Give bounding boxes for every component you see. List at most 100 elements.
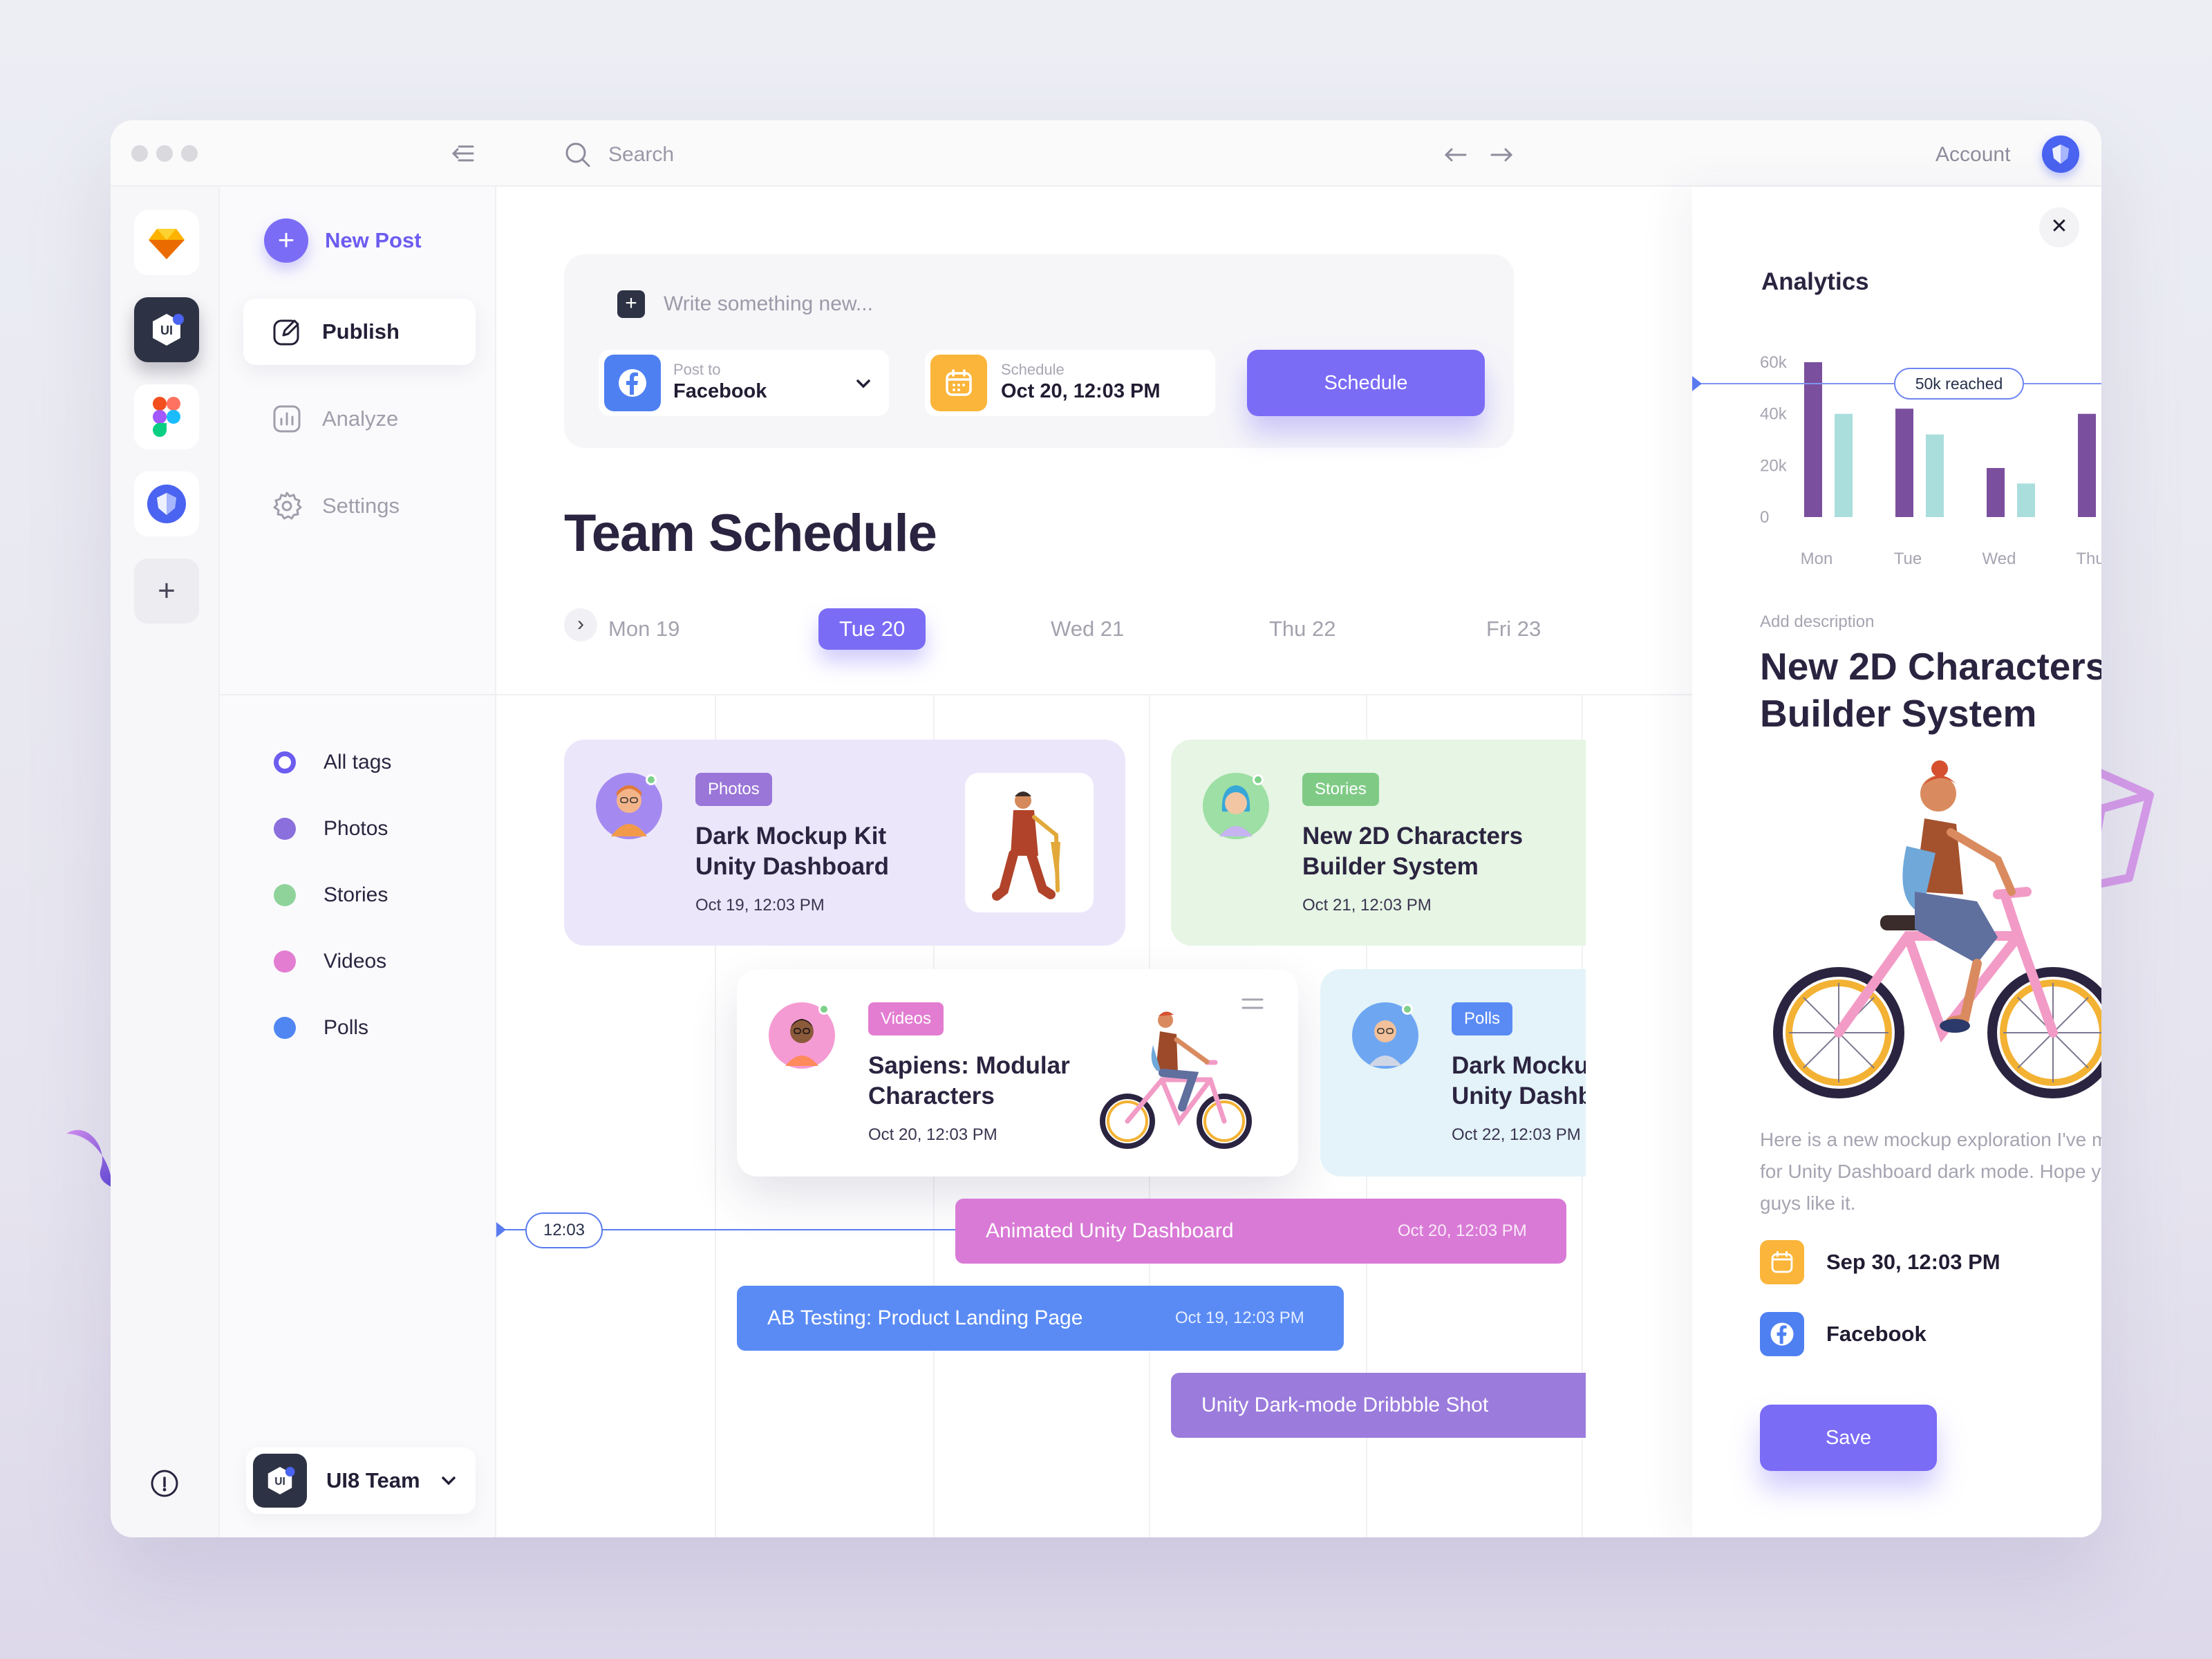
- day-tab-fri[interactable]: Fri 23: [1486, 608, 1541, 650]
- window-minimize-dot[interactable]: [156, 145, 173, 162]
- schedule-card-polls[interactable]: Polls Dark Mocku Unity Dashb Oct 22, 12:…: [1320, 969, 1586, 1177]
- event-date: Oct 19, 12:03 PM: [1175, 1309, 1304, 1327]
- tag-label: Stories: [324, 883, 388, 906]
- ui8-app-button[interactable]: UI: [134, 297, 199, 362]
- tag-dot: [274, 950, 296, 973]
- meta-platform-row: Facebook: [1760, 1312, 1927, 1356]
- shield-app-button[interactable]: [134, 471, 199, 536]
- account-avatar[interactable]: [2042, 135, 2079, 173]
- new-post-label: New Post: [325, 228, 422, 252]
- event-title: Animated Unity Dashboard: [986, 1219, 1234, 1242]
- tag-badge: Videos: [868, 1002, 944, 1035]
- add-description-label[interactable]: Add description: [1760, 612, 1874, 632]
- tag-label: Photos: [324, 817, 388, 840]
- event-bar-dribbble-shot[interactable]: Unity Dark-mode Dribbble Shot: [1171, 1373, 1586, 1438]
- chevron-down-icon: [441, 1477, 456, 1485]
- event-title: Unity Dark-mode Dribbble Shot: [1201, 1394, 1489, 1416]
- online-indicator: [646, 774, 657, 785]
- gear-icon: [273, 491, 302, 520]
- save-button[interactable]: Save: [1760, 1405, 1937, 1471]
- tag-label: Polls: [324, 1016, 369, 1039]
- event-date: Oct 20, 12:03 PM: [1398, 1221, 1527, 1240]
- ui8-icon: UI: [253, 1454, 307, 1508]
- schedule-button[interactable]: Schedule: [1247, 350, 1485, 416]
- figma-app-button[interactable]: [134, 384, 199, 449]
- account-label[interactable]: Account: [1936, 141, 2010, 169]
- schedule-date-field[interactable]: Schedule Oct 20, 12:03 PM: [925, 350, 1215, 416]
- ui8-icon: UI: [153, 314, 184, 346]
- card-thumbnail: [965, 773, 1094, 912]
- card-title: New 2D Characters: [1302, 823, 1524, 850]
- card-title: Characters: [868, 1082, 995, 1109]
- current-time-marker: [496, 1222, 506, 1237]
- add-app-button[interactable]: +: [134, 559, 199, 624]
- goal-marker: [1692, 376, 1702, 391]
- new-post-button[interactable]: + New Post: [264, 218, 422, 263]
- tag-photos[interactable]: Photos: [274, 812, 388, 846]
- card-title: Sapiens: Modular: [868, 1052, 1070, 1079]
- card-date: Oct 21, 12:03 PM: [1302, 896, 1432, 915]
- tag-polls[interactable]: Polls: [274, 1011, 368, 1045]
- schedule-card-videos[interactable]: Videos Sapiens: Modular Characters Oct 2…: [737, 969, 1298, 1177]
- nav-item-publish[interactable]: Publish: [243, 299, 476, 365]
- close-icon[interactable]: ✕: [2039, 207, 2079, 247]
- app-window: Search Account UI + + New Post Publish A…: [111, 120, 2101, 1537]
- tag-all[interactable]: All tags: [274, 745, 391, 780]
- search-icon: [565, 142, 590, 167]
- tag-dot: [274, 1017, 296, 1039]
- tag-stories[interactable]: Stories: [274, 878, 388, 912]
- card-date: Oct 19, 12:03 PM: [695, 896, 825, 915]
- chevron-down-icon: [856, 379, 870, 388]
- card-date: Oct 22, 12:03 PM: [1452, 1125, 1581, 1144]
- top-bar: [111, 120, 2101, 187]
- y-tick-label: 60k: [1760, 353, 1788, 372]
- collapse-sidebar-icon[interactable]: [449, 140, 477, 167]
- chart-bar: [1926, 434, 1944, 517]
- event-bar-animated-unity[interactable]: Animated Unity Dashboard Oct 20, 12:03 P…: [955, 1199, 1566, 1264]
- team-switcher[interactable]: UI UI8 Team: [246, 1447, 476, 1514]
- back-arrow-icon[interactable]: [1442, 141, 1470, 169]
- day-tab-thu[interactable]: Thu 22: [1269, 608, 1336, 650]
- post-to-value: Facebook: [673, 380, 767, 402]
- card-title: Unity Dashb: [1452, 1082, 1586, 1109]
- window-maximize-dot[interactable]: [181, 145, 198, 162]
- attach-plus-button[interactable]: +: [617, 290, 645, 318]
- chevron-right-icon[interactable]: ›: [564, 608, 597, 641]
- y-tick-label: 20k: [1760, 456, 1788, 475]
- post-text-input[interactable]: Write something new...: [664, 290, 873, 318]
- post-to-select[interactable]: Post to Facebook: [599, 350, 889, 416]
- sketch-icon: [149, 229, 185, 259]
- cyclist-illustration: [1773, 760, 2101, 1098]
- card-title: Unity Dashboard: [695, 853, 890, 880]
- shield-icon: [147, 485, 186, 523]
- nav-item-label: Settings: [322, 494, 400, 518]
- schedule-card-stories[interactable]: Stories New 2D Characters Builder System…: [1171, 740, 1586, 946]
- card-title: Dark Mockup Kit: [695, 823, 887, 850]
- day-tab-wed[interactable]: Wed 21: [1051, 608, 1124, 650]
- chart-bar: [2017, 483, 2035, 517]
- facebook-icon: [1760, 1312, 1804, 1356]
- calendar-icon: [1760, 1240, 1804, 1284]
- info-icon[interactable]: [149, 1468, 180, 1499]
- svg-text:UI: UI: [160, 324, 173, 337]
- day-tab-tue[interactable]: Tue 20: [818, 608, 926, 650]
- schedule-value: Oct 20, 12:03 PM: [1001, 380, 1161, 402]
- sketch-app-button[interactable]: [134, 210, 199, 275]
- tag-videos[interactable]: Videos: [274, 944, 386, 979]
- forward-arrow-icon[interactable]: [1488, 141, 1515, 169]
- chart-bar: [1835, 413, 1853, 517]
- online-indicator: [818, 1004, 830, 1015]
- day-tab-mon[interactable]: Mon 19: [608, 608, 679, 650]
- window-close-dot[interactable]: [131, 145, 148, 162]
- event-bar-ab-testing[interactable]: AB Testing: Product Landing Page Oct 19,…: [737, 1286, 1344, 1351]
- cyclist-illustration: [1100, 1011, 1252, 1149]
- schedule-card-photos[interactable]: Photos Dark Mockup Kit Unity Dashboard O…: [564, 740, 1125, 946]
- nav-item-analyze[interactable]: Analyze: [243, 386, 476, 452]
- team-name: UI8 Team: [326, 1468, 420, 1492]
- nav-item-settings[interactable]: Settings: [243, 473, 476, 539]
- x-tick-label: Tue: [1894, 550, 1922, 568]
- facebook-icon: [604, 355, 661, 411]
- nav-item-label: Analyze: [322, 406, 399, 431]
- search-input[interactable]: Search: [608, 141, 674, 169]
- plus-icon: +: [264, 218, 308, 263]
